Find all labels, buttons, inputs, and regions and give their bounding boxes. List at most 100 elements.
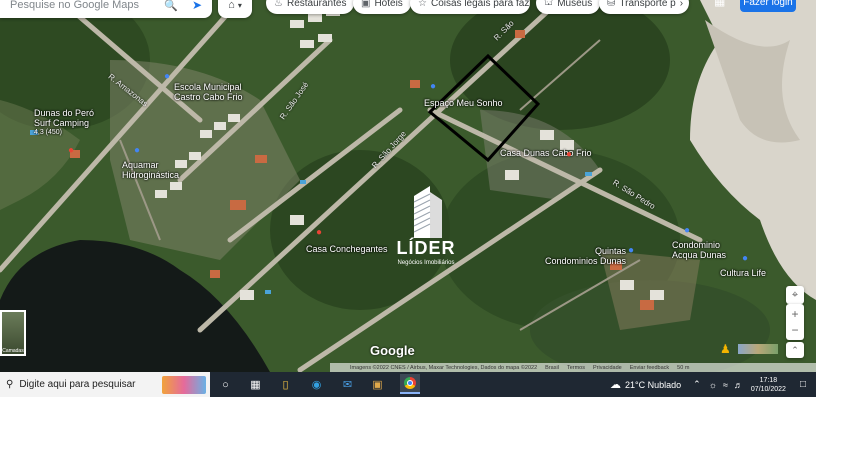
- condo-pin-icon[interactable]: ●: [684, 226, 690, 236]
- layers-label: Camadas: [2, 348, 24, 354]
- logo-name: LÍDER: [396, 238, 456, 258]
- chip-restaurants[interactable]: ♨ Restaurantes: [266, 0, 355, 14]
- lodging-pin-icon[interactable]: ●: [566, 150, 572, 160]
- place-rating: 4,3 (450): [34, 129, 63, 136]
- chip-things-to-do[interactable]: ☆ Coisas legais para fazer: [410, 0, 530, 14]
- chip-museums[interactable]: ⛫ Museus: [536, 0, 601, 14]
- place-name: Dunas do Peró: [34, 108, 95, 118]
- edge-icon[interactable]: ◉: [309, 377, 324, 392]
- chevron-down-icon: ▾: [237, 0, 242, 10]
- condo-pin-icon[interactable]: ●: [628, 246, 634, 256]
- expand-button[interactable]: ⌃: [786, 342, 804, 358]
- transit-icon: ⛁: [607, 0, 616, 9]
- place-label[interactable]: Espaço Meu Sonho: [424, 98, 503, 108]
- place-pin-icon[interactable]: ●: [742, 254, 748, 264]
- place-label[interactable]: Casa Conchegantes: [306, 244, 388, 254]
- things-to-do-icon: ☆: [418, 0, 427, 9]
- notification-icon[interactable]: □: [800, 379, 806, 390]
- place-label[interactable]: Casa Dunas Cabo Frio: [500, 148, 592, 158]
- place-label[interactable]: Cultura Life: [720, 268, 766, 278]
- location-target-icon: ⌖: [791, 288, 799, 301]
- place-sub: Castro Cabo Frio: [174, 92, 243, 102]
- place-name: Aquamar: [122, 160, 159, 170]
- pharmacy-icon: ⌂: [228, 0, 235, 11]
- screen: Pesquise no Google Maps 🔍 ➤ ⌂ ▾ ♨ Restau…: [0, 0, 816, 397]
- layers-button[interactable]: Camadas: [0, 310, 26, 356]
- network-icon[interactable]: ☼: [709, 380, 717, 390]
- place-sub: Surf Camping: [34, 118, 90, 128]
- privacy-link[interactable]: Privacidade: [593, 365, 622, 371]
- zoom-in-icon[interactable]: +: [791, 306, 798, 322]
- cortana-icon[interactable]: ○: [218, 377, 233, 392]
- clock-date: 07/10/2022: [750, 385, 786, 393]
- nearby-button[interactable]: ⌂ ▾: [218, 0, 252, 18]
- mail-icon[interactable]: ✉: [340, 377, 355, 392]
- place-name: Escola Municipal: [174, 82, 242, 92]
- place-label[interactable]: Quintas Condominios Dunas: [540, 246, 626, 266]
- chip-label: Restaurantes: [286, 0, 347, 9]
- place-name: Casa Conchegantes: [306, 244, 388, 254]
- directions-icon[interactable]: ➤: [192, 0, 202, 12]
- lider-logo: LÍDER Negócios Imobiliários: [392, 182, 460, 274]
- windows-taskbar: ⚲ Digite aqui para pesquisar ○ ▦ ▯ ◉ ✉ ▣…: [0, 372, 816, 397]
- terms-link[interactable]: Termos: [567, 365, 585, 371]
- weather-text[interactable]: 21°C Nublado: [625, 380, 681, 390]
- scale-label: 50 m: [677, 364, 690, 371]
- attribution-region[interactable]: Brasil: [545, 365, 559, 371]
- place-label[interactable]: Dunas do Peró Surf Camping 4,3 (450): [34, 108, 94, 138]
- sign-in-button[interactable]: Fazer login: [740, 0, 796, 12]
- taskbar-search-input[interactable]: Digite aqui para pesquisar: [19, 379, 135, 390]
- system-tray: ☁ 21°C Nublado ⌃ ☼ ≈ ♬ 17:18 07/10/2022 …: [610, 372, 816, 397]
- clock[interactable]: 17:18 07/10/2022: [751, 376, 786, 394]
- zoom-out-icon[interactable]: −: [791, 322, 798, 338]
- chip-label: Transporte p: [619, 0, 676, 9]
- school-pin-icon[interactable]: ●: [164, 72, 170, 82]
- place-name: Quintas Condominios Dunas: [544, 246, 626, 266]
- place-name: Espaço Meu Sonho: [424, 98, 503, 108]
- restaurant-icon: ♨: [274, 0, 283, 9]
- my-location-button[interactable]: ⌖: [786, 286, 804, 304]
- place-name: Condominio: [672, 240, 721, 250]
- taskbar-search[interactable]: ⚲ Digite aqui para pesquisar: [0, 372, 210, 397]
- map-attribution: Imagens ©2022 CNES / Airbus, Maxar Techn…: [330, 363, 816, 372]
- clock-time: 17:18: [759, 376, 778, 384]
- volume-icon[interactable]: ♬: [734, 380, 743, 390]
- search-icon[interactable]: 🔍: [164, 0, 178, 12]
- search-input[interactable]: Pesquise no Google Maps: [10, 0, 164, 11]
- weather-cloud-icon[interactable]: ☁: [610, 378, 621, 391]
- place-label[interactable]: Aquamar Hidroginástica: [122, 160, 179, 180]
- place-label[interactable]: Condominio Acqua Dunas: [672, 240, 726, 260]
- pegman-icon[interactable]: ♟: [720, 342, 731, 356]
- building-logo-icon: [413, 186, 442, 238]
- chevron-up-icon[interactable]: ⌃: [693, 379, 701, 390]
- feedback-link[interactable]: Enviar feedback: [630, 365, 669, 371]
- apps-grid-icon[interactable]: ▦: [714, 0, 725, 8]
- chip-transit[interactable]: ⛁ Transporte p ›: [599, 0, 689, 14]
- chip-label: Coisas legais para fazer: [430, 0, 530, 9]
- place-sub: Hidroginástica: [122, 170, 180, 180]
- file-explorer-icon[interactable]: ▯: [278, 377, 293, 392]
- chrome-icon[interactable]: [400, 374, 420, 394]
- store-icon[interactable]: ▣: [370, 377, 385, 392]
- attribution-text: Imagens ©2022 CNES / Airbus, Maxar Techn…: [350, 364, 538, 371]
- wifi-icon[interactable]: ≈: [723, 380, 728, 390]
- search-box[interactable]: Pesquise no Google Maps 🔍 ➤: [0, 0, 212, 18]
- museum-icon: ⛫: [544, 0, 554, 8]
- place-pin-icon[interactable]: ●: [430, 82, 436, 92]
- chip-label: Hotéis: [374, 0, 403, 9]
- hotel-icon: ▣: [361, 0, 371, 9]
- imagery-thumbnails[interactable]: [738, 344, 778, 354]
- task-view-icon[interactable]: ▦: [248, 377, 263, 392]
- zoom-control: + −: [786, 304, 804, 340]
- chip-hotels[interactable]: ▣ Hotéis: [353, 0, 411, 14]
- chevron-right-icon[interactable]: ›: [680, 0, 683, 9]
- place-name: Casa Dunas Cabo Frio: [500, 148, 592, 158]
- chevron-up-icon: ⌃: [791, 344, 799, 355]
- place-label[interactable]: Escola Municipal Castro Cabo Frio: [174, 82, 243, 102]
- google-watermark: Google: [370, 343, 415, 358]
- search-highlight-image: [162, 375, 206, 394]
- lodging-pin-icon[interactable]: ●: [316, 228, 322, 238]
- gym-pin-icon[interactable]: ●: [134, 146, 140, 156]
- search-icon: ⚲: [6, 379, 14, 390]
- hotel-pin-icon[interactable]: ●: [68, 146, 74, 156]
